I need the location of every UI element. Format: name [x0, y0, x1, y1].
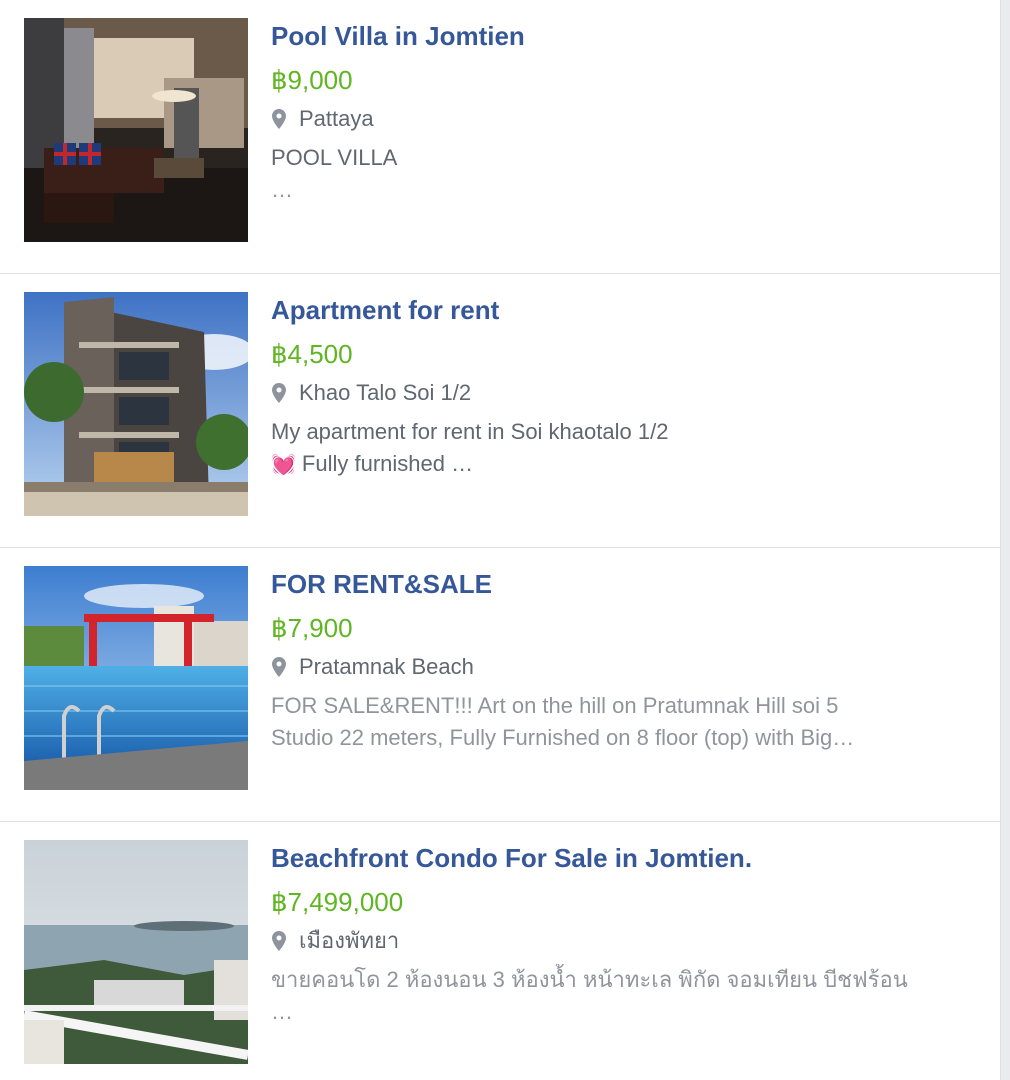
description-text: Fully furnished … — [301, 451, 474, 476]
listing-thumbnail[interactable] — [24, 566, 248, 790]
location-pin-icon — [272, 109, 286, 129]
listing-location: เมืองพัทยา — [271, 926, 971, 956]
listing-description-line: Studio 22 meters, Fully Furnished on 8 f… — [271, 725, 855, 750]
location-pin-icon — [272, 931, 286, 951]
listing-item[interactable]: Apartment for rent ฿4,500 Khao Talo Soi … — [0, 274, 1000, 548]
listing-price: ฿4,500 — [271, 339, 353, 369]
listing-item[interactable]: Pool Villa in Jomtien ฿9,000 Pattaya POO… — [0, 0, 1000, 274]
rooftop-pool-photo-icon — [24, 566, 248, 790]
listing-location: Pratamnak Beach — [271, 652, 971, 682]
marketplace-feed: Pool Villa in Jomtien ฿9,000 Pattaya POO… — [0, 0, 1001, 1080]
listing-description-line: 💓 Fully furnished … — [271, 448, 951, 481]
listing-title[interactable]: Beachfront Condo For Sale in Jomtien. — [271, 840, 971, 876]
location-text: Pattaya — [299, 106, 374, 131]
listing-description-line: ขายคอนโด 2 ห้องนอน 3 ห้องน้ำ หน้าทะเล พิ… — [271, 967, 908, 992]
listing-description-line: My apartment for rent in Soi khaotalo 1/… — [271, 419, 669, 444]
listing-price: ฿7,499,000 — [271, 887, 404, 917]
listing-description-line: FOR SALE&RENT!!! Art on the hill on Prat… — [271, 693, 839, 718]
heart-emoji-icon: 💓 — [271, 454, 296, 476]
listing-description-line: … — [271, 999, 293, 1024]
listing-location: Khao Talo Soi 1/2 — [271, 378, 971, 408]
location-pin-icon — [272, 383, 286, 403]
location-text: เมืองพัทยา — [299, 928, 400, 953]
location-text: Pratamnak Beach — [299, 654, 474, 679]
listing-thumbnail[interactable] — [24, 840, 248, 1064]
listing-price: ฿9,000 — [271, 65, 353, 95]
listing-thumbnail[interactable] — [24, 292, 248, 516]
apartment-building-photo-icon — [24, 292, 248, 516]
listing-thumbnail[interactable] — [24, 18, 248, 242]
location-pin-icon — [272, 657, 286, 677]
listing-item[interactable]: Beachfront Condo For Sale in Jomtien. ฿7… — [0, 822, 1000, 1080]
location-text: Khao Talo Soi 1/2 — [299, 380, 472, 405]
listing-location: Pattaya — [271, 104, 971, 134]
listing-title[interactable]: Pool Villa in Jomtien — [271, 18, 971, 54]
living-room-photo-icon — [24, 18, 248, 242]
listing-description-line: … — [271, 177, 293, 202]
sea-view-balcony-photo-icon — [24, 840, 248, 1064]
listing-description-line: POOL VILLA — [271, 145, 398, 170]
listing-price: ฿7,900 — [271, 613, 353, 643]
listing-title[interactable]: Apartment for rent — [271, 292, 971, 328]
listing-title[interactable]: FOR RENT&SALE — [271, 566, 971, 602]
listing-item[interactable]: FOR RENT&SALE ฿7,900 Pratamnak Beach FOR… — [0, 548, 1000, 822]
